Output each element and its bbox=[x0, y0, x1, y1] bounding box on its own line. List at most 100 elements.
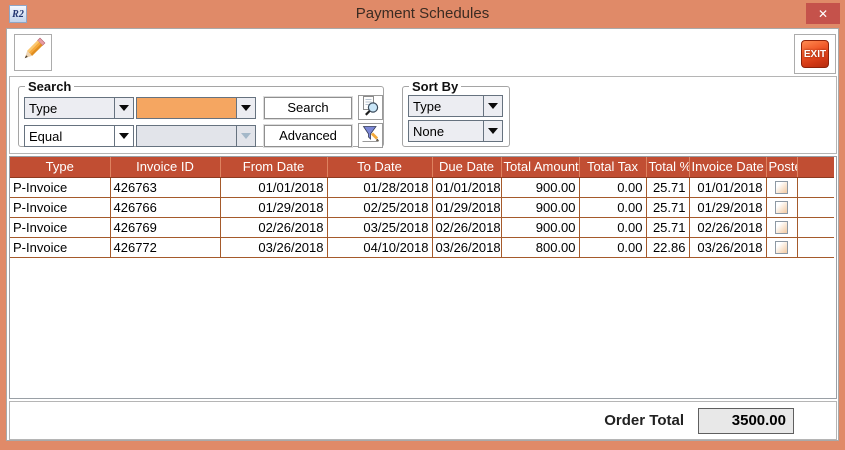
exit-button[interactable]: EXIT bbox=[794, 34, 836, 74]
search-field-dropdown[interactable]: Type bbox=[24, 97, 134, 119]
chevron-down-icon[interactable] bbox=[114, 98, 133, 118]
table-cell[interactable]: 01/01/2018 bbox=[432, 177, 501, 197]
table-cell[interactable]: 03/26/2018 bbox=[432, 237, 501, 257]
column-header-posted[interactable]: Posted bbox=[766, 157, 797, 177]
table-cell[interactable]: 01/28/2018 bbox=[327, 177, 432, 197]
sort-by-legend: Sort By bbox=[409, 79, 461, 94]
table-cell[interactable]: 0.00 bbox=[579, 217, 646, 237]
table-cell[interactable]: 03/26/2018 bbox=[689, 237, 766, 257]
search-groupbox: Search Type Search bbox=[18, 79, 384, 147]
table-cell-filler bbox=[797, 177, 834, 197]
footer-panel: Order Total 3500.00 bbox=[9, 401, 837, 440]
table-cell[interactable]: 01/01/2018 bbox=[689, 177, 766, 197]
exit-icon: EXIT bbox=[801, 40, 829, 68]
search-field-value: Type bbox=[25, 98, 114, 118]
search-value2-input bbox=[137, 126, 236, 146]
table-cell[interactable]: P-Invoice bbox=[10, 177, 110, 197]
chevron-down-icon[interactable] bbox=[114, 126, 133, 146]
column-header-total-[interactable]: Total % bbox=[646, 157, 689, 177]
funnel-pencil-icon bbox=[360, 123, 381, 149]
edit-button[interactable] bbox=[14, 34, 52, 71]
controls-panel: Search Type Search bbox=[9, 76, 837, 154]
search-value-dropdown[interactable] bbox=[136, 97, 256, 119]
order-total-label: Order Total bbox=[604, 412, 684, 429]
table-row[interactable]: P-Invoice42676601/29/201802/25/201801/29… bbox=[10, 197, 834, 217]
pencil-icon bbox=[19, 36, 47, 69]
table-cell[interactable]: 0.00 bbox=[579, 177, 646, 197]
table-cell[interactable]: 02/25/2018 bbox=[327, 197, 432, 217]
column-header-total-amount[interactable]: Total Amount bbox=[501, 157, 579, 177]
search-operator-dropdown[interactable]: Equal bbox=[24, 125, 134, 147]
search-icon-button[interactable] bbox=[358, 95, 383, 120]
chevron-down-icon[interactable] bbox=[483, 121, 502, 141]
table-cell[interactable]: 25.71 bbox=[646, 177, 689, 197]
dialog-content: EXIT Search Type Search bbox=[6, 28, 839, 441]
table-cell-posted bbox=[766, 237, 797, 257]
column-header-to-date[interactable]: To Date bbox=[327, 157, 432, 177]
table-cell[interactable]: 900.00 bbox=[501, 177, 579, 197]
table-cell[interactable]: 03/25/2018 bbox=[327, 217, 432, 237]
column-header-type[interactable]: Type bbox=[10, 157, 110, 177]
posted-checkbox[interactable] bbox=[775, 201, 788, 214]
table-cell[interactable]: 02/26/2018 bbox=[689, 217, 766, 237]
title-bar[interactable]: R2 Payment Schedules ✕ bbox=[0, 0, 845, 28]
table-cell[interactable]: 900.00 bbox=[501, 197, 579, 217]
table-cell-filler bbox=[797, 217, 834, 237]
table-cell-filler bbox=[797, 197, 834, 217]
table-cell[interactable]: P-Invoice bbox=[10, 217, 110, 237]
close-icon: ✕ bbox=[818, 7, 828, 21]
search-value-input[interactable] bbox=[137, 98, 236, 118]
schedules-table: TypeInvoice IDFrom DateTo DateDue DateTo… bbox=[10, 157, 834, 258]
table-cell[interactable]: 02/26/2018 bbox=[220, 217, 327, 237]
table-cell-posted bbox=[766, 177, 797, 197]
table-cell[interactable]: 25.71 bbox=[646, 217, 689, 237]
sort-primary-dropdown[interactable]: Type bbox=[408, 95, 503, 117]
search-operator-value: Equal bbox=[25, 126, 114, 146]
column-header-from-date[interactable]: From Date bbox=[220, 157, 327, 177]
table-cell[interactable]: 01/29/2018 bbox=[220, 197, 327, 217]
table-cell[interactable]: P-Invoice bbox=[10, 237, 110, 257]
close-button[interactable]: ✕ bbox=[806, 3, 840, 24]
chevron-down-icon[interactable] bbox=[236, 98, 255, 118]
table-cell[interactable]: 22.86 bbox=[646, 237, 689, 257]
table-cell[interactable]: 426772 bbox=[110, 237, 220, 257]
table-cell[interactable]: P-Invoice bbox=[10, 197, 110, 217]
table-cell[interactable]: 900.00 bbox=[501, 217, 579, 237]
posted-checkbox[interactable] bbox=[775, 241, 788, 254]
table-cell[interactable]: 426769 bbox=[110, 217, 220, 237]
table-cell[interactable]: 03/26/2018 bbox=[220, 237, 327, 257]
column-header-filler bbox=[797, 157, 834, 177]
sort-by-groupbox: Sort By Type None bbox=[402, 79, 510, 147]
table-row[interactable]: P-Invoice42676301/01/201801/28/201801/01… bbox=[10, 177, 834, 197]
payment-schedules-window: R2 Payment Schedules ✕ bbox=[0, 0, 845, 450]
search-button[interactable]: Search bbox=[264, 97, 352, 119]
table-cell[interactable]: 02/26/2018 bbox=[432, 217, 501, 237]
advanced-search-icon-button[interactable] bbox=[358, 123, 383, 148]
table-cell[interactable]: 426763 bbox=[110, 177, 220, 197]
table-cell[interactable]: 0.00 bbox=[579, 237, 646, 257]
table-cell[interactable]: 800.00 bbox=[501, 237, 579, 257]
column-header-total-tax[interactable]: Total Tax bbox=[579, 157, 646, 177]
posted-checkbox[interactable] bbox=[775, 181, 788, 194]
window-title: Payment Schedules bbox=[0, 0, 845, 28]
table-cell[interactable]: 0.00 bbox=[579, 197, 646, 217]
table-cell[interactable]: 01/29/2018 bbox=[432, 197, 501, 217]
table-cell-filler bbox=[797, 237, 834, 257]
chevron-down-icon[interactable] bbox=[483, 96, 502, 116]
chevron-down-icon bbox=[236, 126, 255, 146]
order-total-value: 3500.00 bbox=[698, 408, 794, 434]
table-cell[interactable]: 426766 bbox=[110, 197, 220, 217]
table-cell[interactable]: 01/29/2018 bbox=[689, 197, 766, 217]
table-row[interactable]: P-Invoice42677203/26/201804/10/201803/26… bbox=[10, 237, 834, 257]
table-cell[interactable]: 25.71 bbox=[646, 197, 689, 217]
column-header-due-date[interactable]: Due Date bbox=[432, 157, 501, 177]
advanced-button[interactable]: Advanced bbox=[264, 125, 352, 147]
table-cell[interactable]: 01/01/2018 bbox=[220, 177, 327, 197]
column-header-invoice-date[interactable]: Invoice Date bbox=[689, 157, 766, 177]
magnifier-document-icon bbox=[360, 95, 381, 121]
table-row[interactable]: P-Invoice42676902/26/201803/25/201802/26… bbox=[10, 217, 834, 237]
sort-secondary-dropdown[interactable]: None bbox=[408, 120, 503, 142]
table-cell[interactable]: 04/10/2018 bbox=[327, 237, 432, 257]
column-header-invoice-id[interactable]: Invoice ID bbox=[110, 157, 220, 177]
posted-checkbox[interactable] bbox=[775, 221, 788, 234]
